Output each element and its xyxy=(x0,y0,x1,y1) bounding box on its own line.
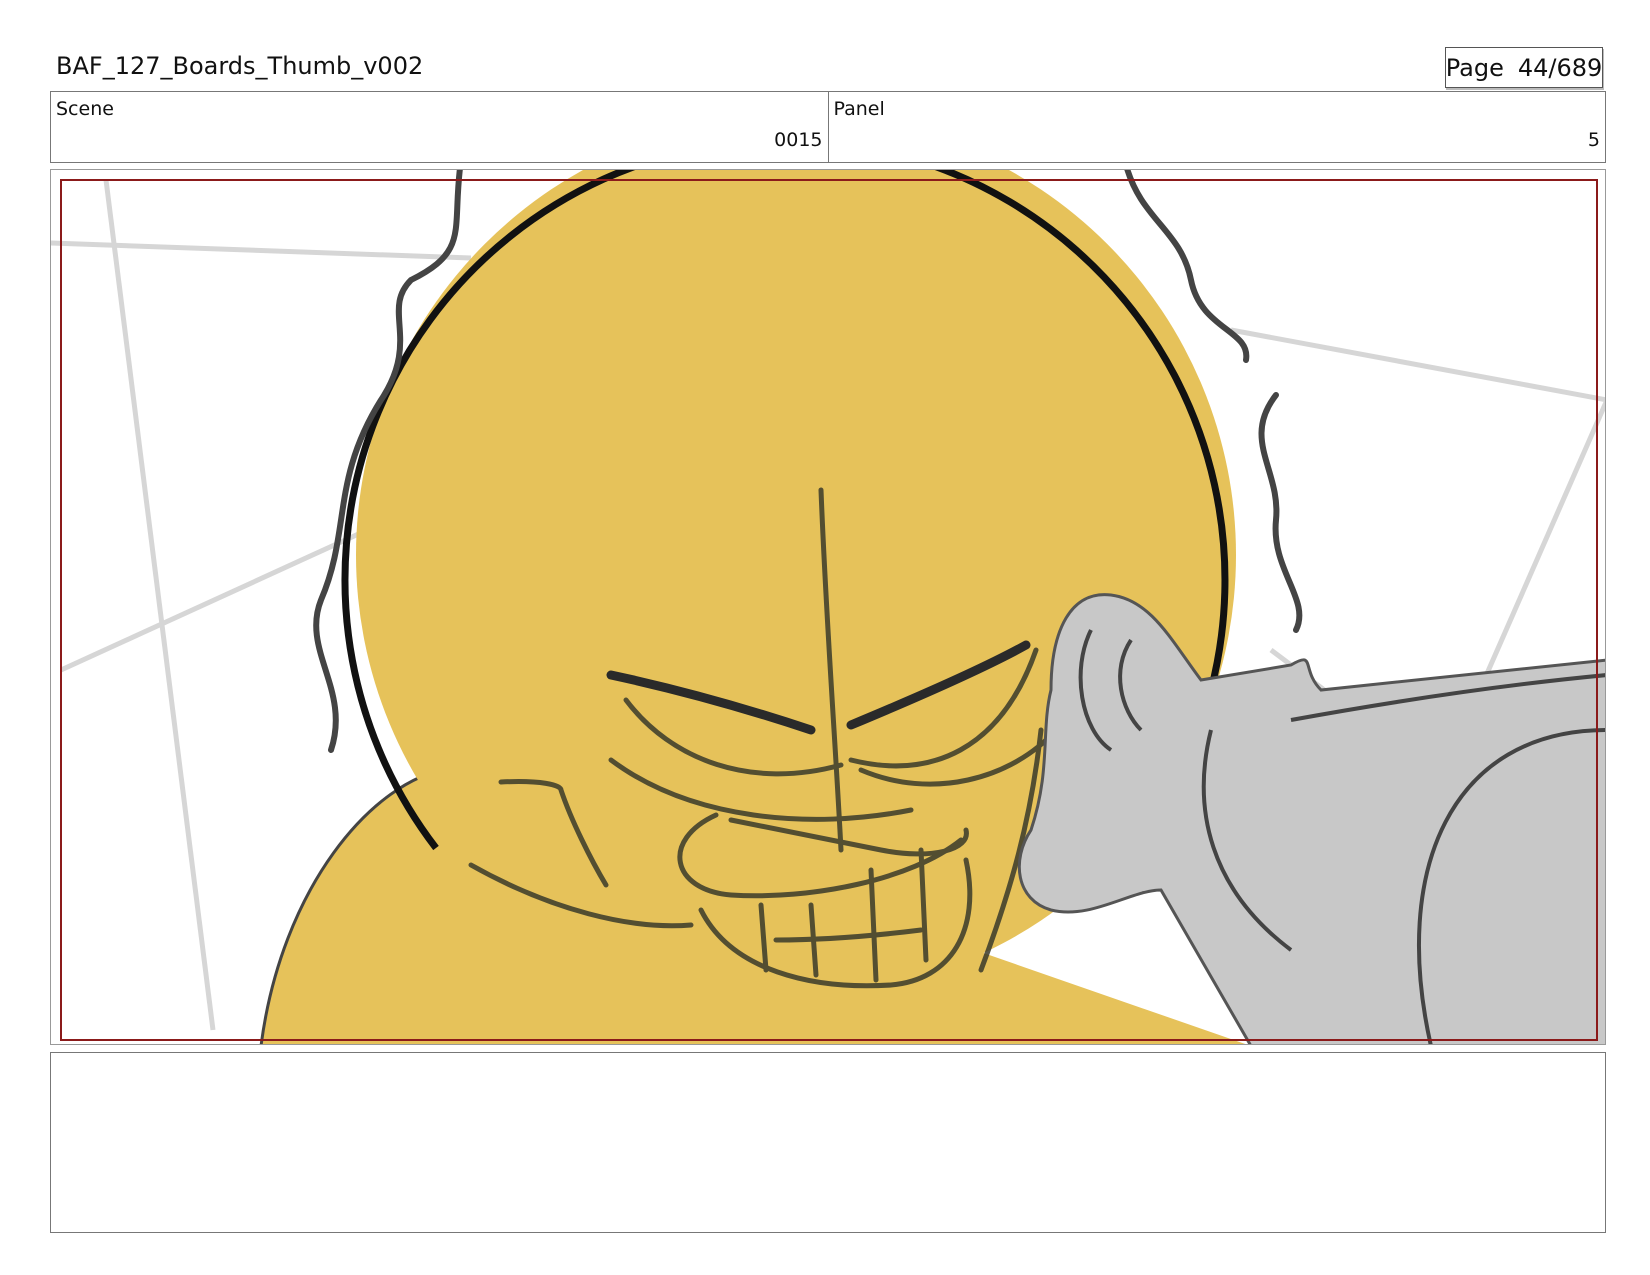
panel-number: 5 xyxy=(1587,129,1600,151)
scene-number: 0015 xyxy=(774,129,823,151)
panel-cell: Panel 5 xyxy=(827,92,1606,162)
scene-panel-info: Scene 0015 Panel 5 xyxy=(50,91,1606,163)
page-label: Page xyxy=(1445,53,1504,82)
storyboard-drawing xyxy=(51,170,1605,1044)
scene-cell: Scene 0015 xyxy=(51,92,828,162)
storyboard-panel xyxy=(50,169,1606,1045)
document-title: BAF_127_Boards_Thumb_v002 xyxy=(56,52,424,80)
panel-label: Panel xyxy=(833,98,885,120)
panel-notes xyxy=(50,1052,1606,1233)
page-number: 44/689 xyxy=(1517,53,1603,82)
scene-label: Scene xyxy=(56,98,114,120)
page-indicator: Page 44/689 xyxy=(1445,47,1603,88)
hand-arm-shape xyxy=(1017,593,1605,1044)
